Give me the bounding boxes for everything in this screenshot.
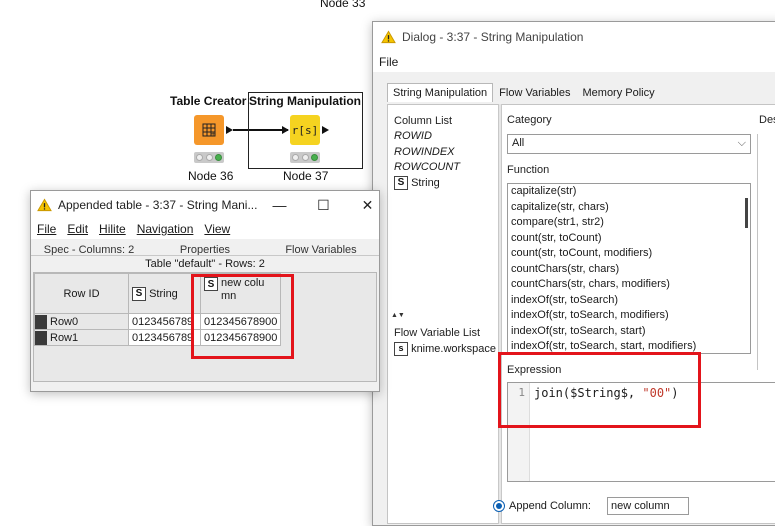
column-rowindex[interactable]: ROWINDEX: [391, 145, 493, 161]
table-creator-node[interactable]: +: [194, 115, 224, 145]
function-item[interactable]: countChars(str, chars, modifiers): [508, 277, 750, 293]
node33-label: Node 33: [320, 0, 366, 10]
function-item[interactable]: compare(str1, str2): [508, 215, 750, 231]
string-cell[interactable]: 0123456789: [128, 329, 201, 346]
menu-edit[interactable]: Edit: [67, 222, 88, 236]
function-item[interactable]: countChars(str, chars): [508, 262, 750, 278]
new-column-highlight: [191, 274, 294, 359]
warning-icon: [37, 198, 52, 212]
column-rowcount[interactable]: ROWCOUNT: [391, 160, 493, 176]
dialog-window: Dialog - 3:37 - String Manipulation File…: [372, 21, 775, 526]
dialog-titlebar[interactable]: Dialog - 3:37 - String Manipulation: [373, 22, 775, 52]
append-radio[interactable]: [493, 500, 505, 512]
category-label: Category: [507, 114, 552, 126]
function-item[interactable]: indexOf(str, toSearch, start): [508, 324, 750, 340]
close-icon[interactable]: ✕: [345, 190, 389, 220]
append-column-row: Append Column: new column: [493, 497, 689, 515]
row-id-label: Row0: [50, 315, 79, 328]
table-caption: Table "default" - Rows: 2: [145, 258, 265, 270]
pane-separator[interactable]: [498, 104, 502, 524]
node36-status: [194, 152, 224, 163]
menu-file[interactable]: File: [37, 222, 56, 236]
tab-string-manipulation[interactable]: String Manipulation: [387, 83, 494, 102]
column-string-label: String: [411, 176, 440, 189]
row-id-cell[interactable]: Row0: [34, 313, 129, 330]
table-grid-icon: +: [202, 123, 216, 137]
row-marker-icon: [35, 330, 47, 345]
tab-memory-policy[interactable]: Memory Policy: [577, 83, 661, 102]
function-scrollbar[interactable]: [745, 198, 748, 228]
node37-title: String Manipulation: [249, 94, 361, 108]
column-list-panel: Column List ROWID ROWINDEX ROWCOUNT S St…: [391, 110, 493, 315]
minimize-icon[interactable]: —: [257, 190, 301, 220]
header-string[interactable]: S String: [128, 273, 201, 314]
row-id-label: Row1: [50, 331, 79, 344]
node37-status: [290, 152, 320, 163]
tab-flow-variables[interactable]: Flow Variables: [263, 243, 379, 255]
appended-tabs: Spec - Columns: 2 Properties Flow Variab…: [31, 243, 379, 256]
flow-variable-label: Flow Variable List: [394, 327, 480, 339]
string-type-icon: S: [132, 286, 146, 301]
chevron-down-icon: ⌵: [737, 137, 746, 149]
tab-properties[interactable]: Properties: [147, 243, 263, 255]
description-panel: [757, 134, 775, 370]
string-cell[interactable]: 0123456789: [128, 313, 201, 330]
function-item[interactable]: count(str, toCount, modifiers): [508, 246, 750, 262]
flow-variable-item[interactable]: s knime.workspace: [391, 342, 497, 358]
column-rowid[interactable]: ROWID: [391, 129, 493, 145]
category-select[interactable]: All ⌵: [507, 134, 751, 154]
menu-file[interactable]: File: [379, 55, 398, 69]
flow-var-string-icon: s: [394, 342, 408, 357]
flow-variable-panel: Flow Variable List s knime.workspace: [391, 322, 497, 372]
dialog-title: Dialog - 3:37 - String Manipulation: [402, 30, 584, 44]
column-string[interactable]: S String: [391, 175, 493, 192]
node36-label: Node 36: [188, 169, 234, 183]
splitter-arrows-icon[interactable]: ▲▼: [391, 312, 405, 319]
header-rowid[interactable]: Row ID: [34, 273, 129, 314]
maximize-icon[interactable]: ☐: [301, 190, 345, 220]
flow-variable-name: knime.workspace: [411, 343, 497, 355]
menu-navigation[interactable]: Navigation: [137, 222, 194, 236]
tab-spec[interactable]: Spec - Columns: 2: [31, 243, 147, 255]
node37-label: Node 37: [283, 169, 329, 183]
function-label: Function: [507, 164, 550, 176]
string-manipulation-node[interactable]: r[s]: [290, 115, 320, 145]
dialog-tabs: String Manipulation Flow Variables Memory …: [387, 83, 661, 102]
string-manipulation-icon: r[s]: [291, 123, 319, 137]
menu-view[interactable]: View: [204, 222, 230, 236]
function-item[interactable]: count(str, toCount): [508, 231, 750, 247]
warning-icon: [381, 30, 396, 44]
column-list-label: Column List: [394, 115, 453, 127]
append-column-input[interactable]: new column: [606, 497, 689, 515]
dialog-menubar: File: [373, 52, 775, 72]
expression-highlight: [498, 352, 701, 428]
function-item[interactable]: capitalize(str): [508, 184, 750, 200]
menu-hilite[interactable]: Hilite: [99, 222, 126, 236]
tab-flow-variables[interactable]: Flow Variables: [493, 83, 576, 102]
append-label: Append Column:: [509, 500, 591, 512]
row-marker-icon: [35, 314, 47, 329]
function-list: capitalize(str) capitalize(str, chars) com…: [507, 183, 751, 354]
appended-menubar: File Edit Hilite Navigation View: [31, 219, 379, 239]
function-item[interactable]: capitalize(str, chars): [508, 200, 750, 216]
node37-output-port-icon[interactable]: [322, 126, 329, 134]
function-item[interactable]: indexOf(str, toSearch, modifiers): [508, 308, 750, 324]
appended-title: Appended table - 3:37 - String Mani...: [58, 198, 258, 212]
category-value: All: [512, 137, 525, 149]
output-port-icon[interactable]: [226, 126, 233, 134]
description-label: Des: [759, 114, 775, 126]
appended-titlebar[interactable]: Appended table - 3:37 - String Mani... —…: [31, 191, 379, 219]
node36-title: Table Creator: [170, 94, 247, 108]
function-item[interactable]: indexOf(str, toSearch): [508, 293, 750, 309]
string-type-icon: S: [394, 175, 408, 190]
svg-text:+: +: [211, 130, 215, 137]
row-id-cell[interactable]: Row1: [34, 329, 129, 346]
